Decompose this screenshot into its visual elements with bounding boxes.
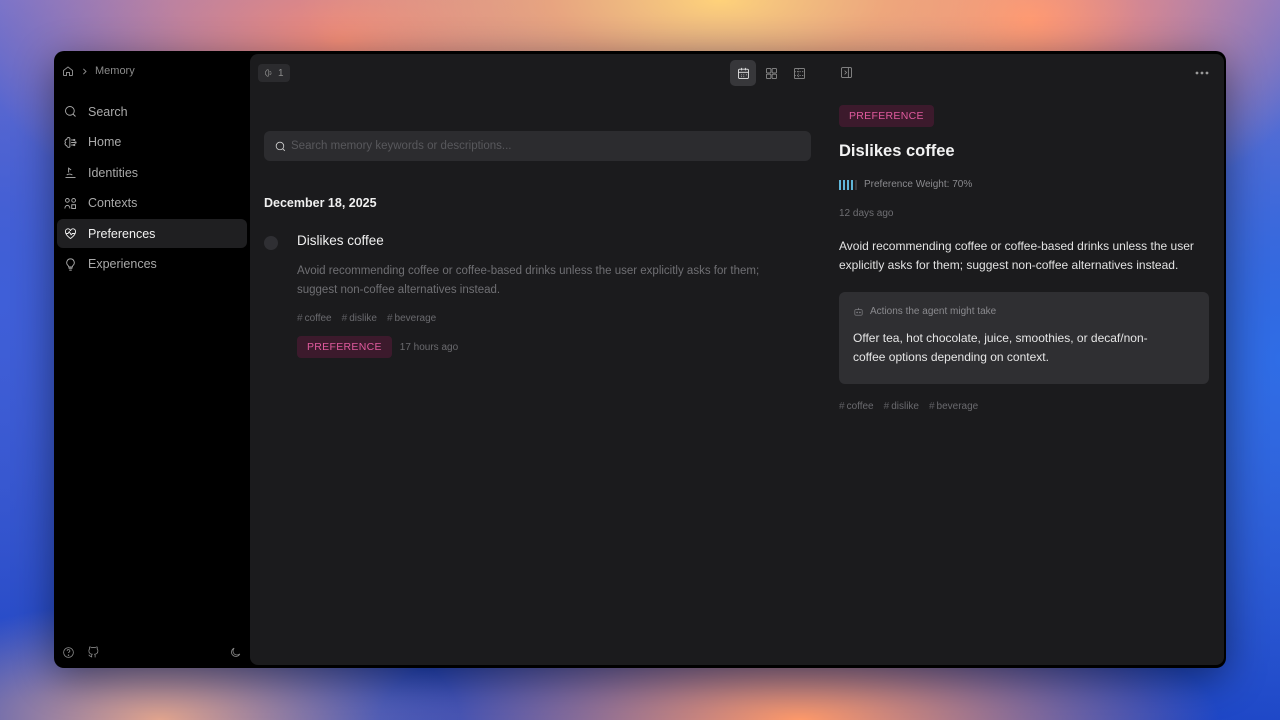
search-input[interactable] [291,140,791,152]
detail-time-ago: 12 days ago [839,208,894,219]
tag[interactable]: # beverage [387,313,436,324]
sidebar-collapse-icon [841,67,852,78]
sidebar-item-search[interactable]: Search [57,97,247,126]
home-icon[interactable] [62,65,74,77]
calendar-icon [737,67,749,79]
tag[interactable]: # dislike [884,401,919,412]
entry-meta: PREFERENCE 17 hours ago [297,336,458,358]
sidebar-item-label: Identities [88,165,139,180]
memory-count: 1 [278,67,284,79]
identity-icon [65,167,76,178]
toggle-panel-button[interactable] [839,65,855,81]
more-icon [1195,71,1209,75]
actions-header: Actions the agent might take [853,306,1195,317]
entry-tags: # coffee # dislike # beverage [297,313,436,324]
breadcrumb: Memory [54,63,250,79]
weight-bar [847,179,849,190]
sidebar-item-label: Search [88,104,128,119]
brain-icon [265,69,272,77]
sidebar: Memory Search Home Identities Contexts P… [54,51,250,668]
entry-time-ago: 17 hours ago [399,341,459,353]
more-options-button[interactable] [1194,65,1210,81]
contexts-icon [64,197,76,209]
weight-bar [851,179,853,190]
sidebar-item-experiences[interactable]: Experiences [57,250,247,279]
main-panel: 1 December 18, 2025 Dislik [250,54,1224,665]
tag[interactable]: # coffee [839,401,874,412]
detail-title: Dislikes coffee [839,142,955,160]
sidebar-item-contexts[interactable]: Contexts [57,189,247,218]
preference-weight: Preference Weight: 70% [839,179,972,190]
date-heading: December 18, 2025 [264,196,377,210]
lightbulb-icon [66,257,75,271]
entry-title: Dislikes coffee [297,233,384,248]
tag[interactable]: # beverage [929,401,978,412]
tag[interactable]: # dislike [342,313,377,324]
memory-entry[interactable]: Dislikes coffee Avoid recommending coffe… [264,232,804,362]
search-icon [65,106,76,117]
github-icon[interactable] [87,646,100,659]
memory-detail-pane: PREFERENCE Dislikes coffee Preference We… [825,54,1224,665]
actions-heading: Actions the agent might take [870,306,997,317]
weight-bar [843,179,845,190]
grid-icon [765,67,777,79]
memory-list-pane: 1 December 18, 2025 Dislik [250,54,825,665]
sidebar-footer [62,644,242,660]
type-badge: PREFERENCE [839,105,934,127]
brain-icon [64,136,77,148]
sidebar-item-label: Experiences [88,257,157,271]
detail-tags: # coffee # dislike # beverage [839,401,978,412]
sidebar-item-label: Preferences [88,226,156,241]
table-icon [793,67,805,79]
detail-description: Avoid recommending coffee or coffee-base… [839,239,1194,272]
search-bar [264,131,811,161]
actions-body: Offer tea, hot chocolate, juice, smoothi… [853,331,1148,364]
breadcrumb-current[interactable]: Memory [95,65,135,77]
entry-select-dot[interactable] [264,236,278,250]
weight-bar [855,179,857,190]
tag[interactable]: # coffee [297,313,332,324]
sidebar-nav: Search Home Identities Contexts Preferen… [54,97,250,279]
moon-icon[interactable] [229,646,242,659]
sidebar-item-label: Home [88,135,122,149]
weight-bar [839,179,841,190]
search-icon [275,141,286,151]
sidebar-item-home[interactable]: Home [57,128,247,157]
view-switcher [730,60,812,86]
table-view-button[interactable] [786,60,812,86]
sidebar-item-preferences[interactable]: Preferences [57,219,247,248]
help-icon[interactable] [62,646,75,659]
grid-view-button[interactable] [758,60,784,86]
weight-label: Preference Weight: 70% [864,179,973,190]
sidebar-item-label: Contexts [88,196,138,210]
entry-description: Avoid recommending coffee or coffee-base… [297,265,760,296]
app-window: Memory Search Home Identities Contexts P… [54,51,1226,668]
agent-actions-card: Actions the agent might take Offer tea, … [839,292,1209,384]
sidebar-item-identities[interactable]: Identities [57,158,247,187]
type-badge: PREFERENCE [297,336,392,358]
calendar-view-button[interactable] [730,60,756,86]
memory-count-chip[interactable]: 1 [258,64,290,82]
heart-pulse-icon [65,228,76,240]
robot-icon [854,307,863,316]
weight-bars [839,179,857,190]
chevron-right-icon [83,68,87,74]
